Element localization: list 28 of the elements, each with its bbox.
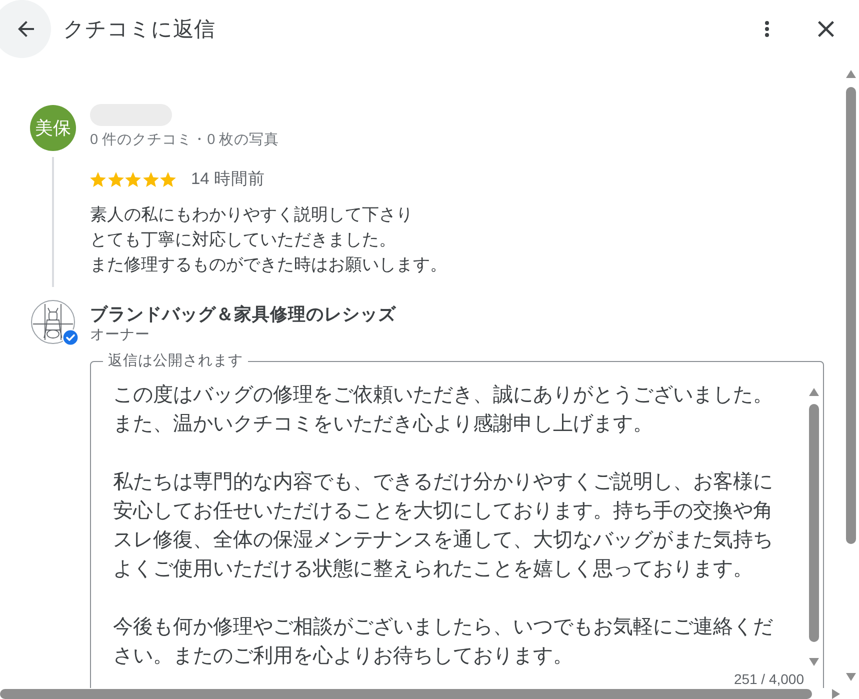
owner-label: オーナー	[90, 326, 150, 345]
star-icon	[160, 172, 176, 186]
star-icon	[90, 172, 106, 186]
review-text-line: とても丁寧に対応していただきました。	[90, 229, 396, 251]
scroll-up-arrow-icon[interactable]	[846, 70, 856, 78]
scroll-right-arrow-icon[interactable]	[832, 688, 840, 698]
more-vertical-icon[interactable]	[765, 21, 769, 37]
close-icon[interactable]	[818, 21, 834, 37]
business-name: ブランドバッグ＆家具修理のレシッズ	[90, 303, 396, 325]
back-arrow-icon	[18, 21, 34, 37]
scrollbar-thumb[interactable]	[0, 688, 812, 698]
star-icon	[108, 172, 124, 186]
back-button[interactable]	[0, 0, 51, 58]
star-icon	[125, 172, 141, 186]
scrollbar-thumb[interactable]	[846, 87, 856, 544]
window-title: クチコミに返信	[63, 17, 215, 43]
scroll-down-arrow-icon[interactable]	[846, 673, 856, 681]
scroll-down-arrow-icon[interactable]	[809, 658, 819, 666]
scrollbar-thumb[interactable]	[809, 404, 819, 642]
business-logo-icon	[31, 300, 75, 344]
character-count: 251 / 4,000	[734, 671, 805, 687]
star-icon	[142, 172, 158, 186]
review-time: 14 時間前	[191, 169, 265, 190]
review-text-line: 素人の私にもわかりやすく説明して下さり	[90, 204, 413, 226]
scroll-up-arrow-icon[interactable]	[809, 388, 819, 396]
review-count: 0 件のクチコミ・0 枚の写真	[90, 131, 280, 150]
user-avatar: 美保	[30, 105, 76, 151]
review-text-line: また修理するものができた時はお願いします。	[90, 254, 447, 276]
